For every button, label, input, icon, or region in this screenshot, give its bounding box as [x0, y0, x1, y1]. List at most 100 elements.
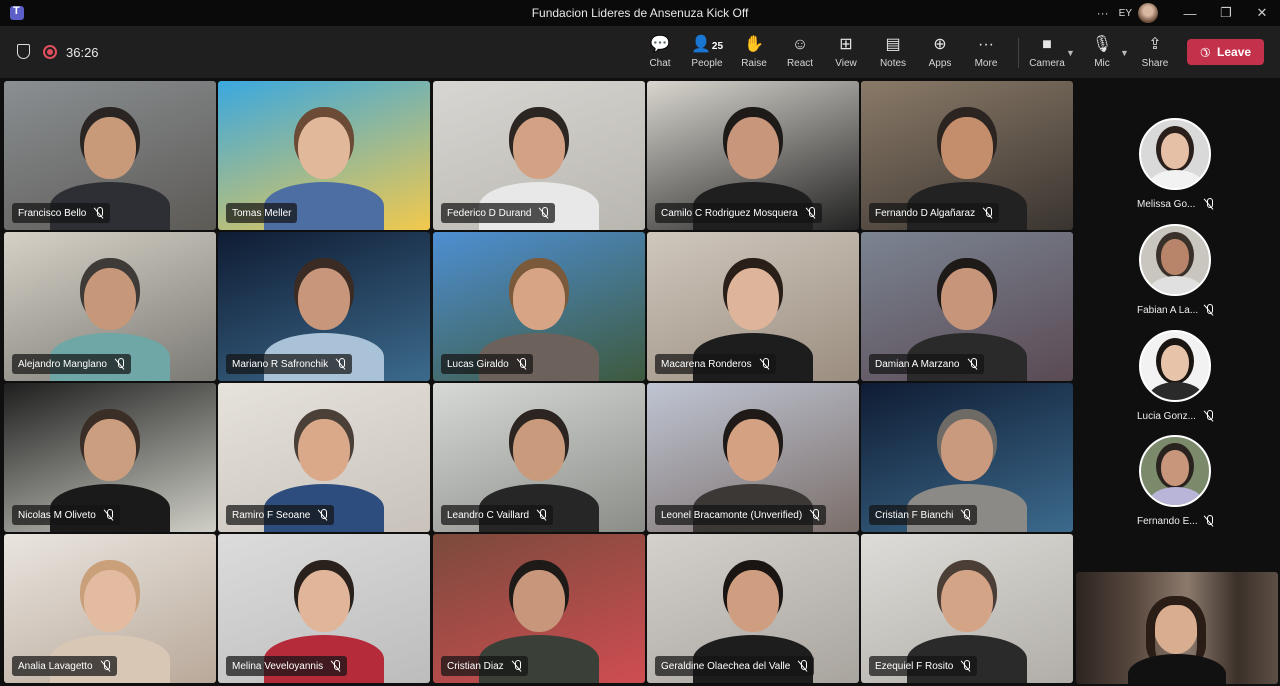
participant-name-tag: Camilo C Rodriguez Mosquera [655, 203, 822, 223]
participant-face [513, 268, 565, 330]
close-window-button[interactable]: ✕ [1244, 5, 1280, 21]
leave-label: Leave [1217, 45, 1252, 59]
mic-off-icon [331, 660, 341, 672]
participant-face [84, 268, 136, 330]
mic-off-icon [537, 509, 547, 521]
plus-icon: ⊕ [933, 36, 947, 53]
participant-name: Cristian Diaz [447, 660, 504, 672]
sidebar-participant-name: Fabian A La... [1137, 305, 1199, 316]
mic-off-icon [806, 207, 816, 219]
mic-off-icon [1204, 304, 1214, 316]
share-button[interactable]: ⇪ Share [1131, 34, 1179, 74]
participant-face [941, 570, 993, 632]
participant-face [727, 419, 779, 481]
participant-face [727, 268, 779, 330]
participant-tile[interactable]: Geraldine Olaechea del Valle [647, 534, 859, 683]
participant-tile[interactable]: Analia Lavagetto [4, 534, 216, 683]
more-button[interactable]: ··· More [962, 34, 1010, 74]
participant-name: Francisco Bello [18, 207, 87, 219]
participant-tile[interactable]: Melina Veveloyannis [218, 534, 430, 683]
participant-tile[interactable]: Leandro C Vaillard [433, 383, 645, 532]
participant-face [513, 117, 565, 179]
participant-tile[interactable]: Damian A Marzano [861, 232, 1073, 381]
participant-name-tag: Damian A Marzano [869, 354, 984, 374]
sidebar-participant-name: Lucia Gonz... [1137, 411, 1196, 422]
camera-button[interactable]: ■ Camera [1023, 34, 1071, 74]
mic-off-icon [760, 358, 770, 370]
mic-off-icon [1204, 198, 1214, 210]
mic-off-icon [512, 660, 522, 672]
participant-tile[interactable]: Nicolas M Oliveto [4, 383, 216, 532]
participant-tile[interactable]: Francisco Bello [4, 81, 216, 230]
participant-face [727, 117, 779, 179]
participant-name: Tomas Meller [232, 207, 292, 219]
meeting-toolbar: 36:26 💬 Chat 👤25 People ✋ Raise ☺ React … [0, 26, 1280, 78]
participant-tile[interactable]: Camilo C Rodriguez Mosquera [647, 81, 859, 230]
mic-off-icon [539, 207, 549, 219]
participant-name-tag: Geraldine Olaechea del Valle [655, 656, 815, 676]
participant-name: Analia Lavagetto [18, 660, 93, 672]
sidebar-participant[interactable]: Fabian A La... [1076, 224, 1280, 324]
participant-tile[interactable]: Ezequiel F Rosito [861, 534, 1073, 683]
camera-label: Camera [1029, 58, 1065, 69]
mic-off-icon [983, 207, 993, 219]
participant-name: Mariano R Safronchik [232, 358, 329, 370]
participant-face [727, 570, 779, 632]
apps-label: Apps [928, 58, 952, 69]
apps-button[interactable]: ⊕ Apps [916, 34, 964, 74]
chat-button[interactable]: 💬 Chat [636, 34, 684, 74]
participant-name-tag: Macarena Ronderos [655, 354, 776, 374]
ellipsis-icon: ··· [978, 36, 994, 53]
participant-tile[interactable]: Macarena Ronderos [647, 232, 859, 381]
participant-tile[interactable]: Fernando D Algañaraz [861, 81, 1073, 230]
participant-tile[interactable]: Leonel Bracamonte (Unverified) [647, 383, 859, 532]
participant-sidebar: Melissa Go... Fabian A La... Lucia Gonz...… [1076, 78, 1280, 568]
people-icon: 👤25 [683, 34, 731, 56]
self-view-video[interactable] [1076, 572, 1278, 684]
participant-name: Damian A Marzano [875, 358, 960, 370]
chat-icon: 💬 [650, 36, 670, 53]
participant-name-tag: Mariano R Safronchik [226, 354, 353, 374]
user-initials[interactable]: EY [1119, 8, 1132, 19]
more-options-icon[interactable]: ··· [1091, 6, 1115, 20]
participant-face [298, 570, 350, 632]
mic-off-icon [1204, 515, 1214, 527]
shield-icon[interactable] [17, 44, 30, 59]
participant-name: Geraldine Olaechea del Valle [661, 660, 791, 672]
maximize-button[interactable]: ❐ [1208, 5, 1244, 21]
people-button[interactable]: 👤25 People [683, 34, 731, 74]
mic-chevron-down-icon[interactable]: ▼ [1120, 48, 1129, 58]
mic-button[interactable]: 🎙 Mic [1078, 34, 1126, 74]
sidebar-participant[interactable]: Lucia Gonz... [1076, 330, 1280, 430]
notes-button[interactable]: ▤ Notes [869, 34, 917, 74]
participant-face [298, 117, 350, 179]
avatar-shoulders [1149, 170, 1203, 188]
view-button[interactable]: ⊞ View [822, 34, 870, 74]
participant-name-tag: Leonel Bracamonte (Unverified) [655, 505, 827, 525]
participant-avatar [1139, 118, 1211, 190]
minimize-button[interactable]: — [1172, 6, 1208, 21]
raise-label: Raise [741, 58, 767, 69]
mic-off-icon [968, 358, 978, 370]
participant-tile[interactable]: Mariano R Safronchik [218, 232, 430, 381]
sidebar-participant[interactable]: Melissa Go... [1076, 118, 1280, 218]
sidebar-participant-name: Melissa Go... [1137, 199, 1196, 210]
participant-tile[interactable]: Alejandro Manglano [4, 232, 216, 381]
user-avatar[interactable] [1138, 3, 1158, 23]
participant-tile[interactable]: Ramiro F Seoane [218, 383, 430, 532]
participant-name-tag: Ramiro F Seoane [226, 505, 335, 525]
participant-name: Federico D Durand [447, 207, 532, 219]
participant-tile[interactable]: Cristian F Bianchi [861, 383, 1073, 532]
participant-tile[interactable]: Lucas Giraldo [433, 232, 645, 381]
react-button[interactable]: ☺ React [776, 34, 824, 74]
participant-name-tag: Francisco Bello [12, 203, 111, 223]
participant-tile[interactable]: Cristian Diaz [433, 534, 645, 683]
participant-tile[interactable]: Federico D Durand [433, 81, 645, 230]
leave-button[interactable]: ✆ Leave [1187, 39, 1264, 65]
participant-name-tag: Leandro C Vaillard [441, 505, 554, 525]
participant-tile[interactable]: Tomas Meller [218, 81, 430, 230]
camera-chevron-down-icon[interactable]: ▼ [1066, 48, 1075, 58]
sidebar-participant[interactable]: Fernando E... [1076, 435, 1280, 535]
recording-icon [43, 45, 57, 59]
raise-hand-button[interactable]: ✋ Raise [730, 34, 778, 74]
